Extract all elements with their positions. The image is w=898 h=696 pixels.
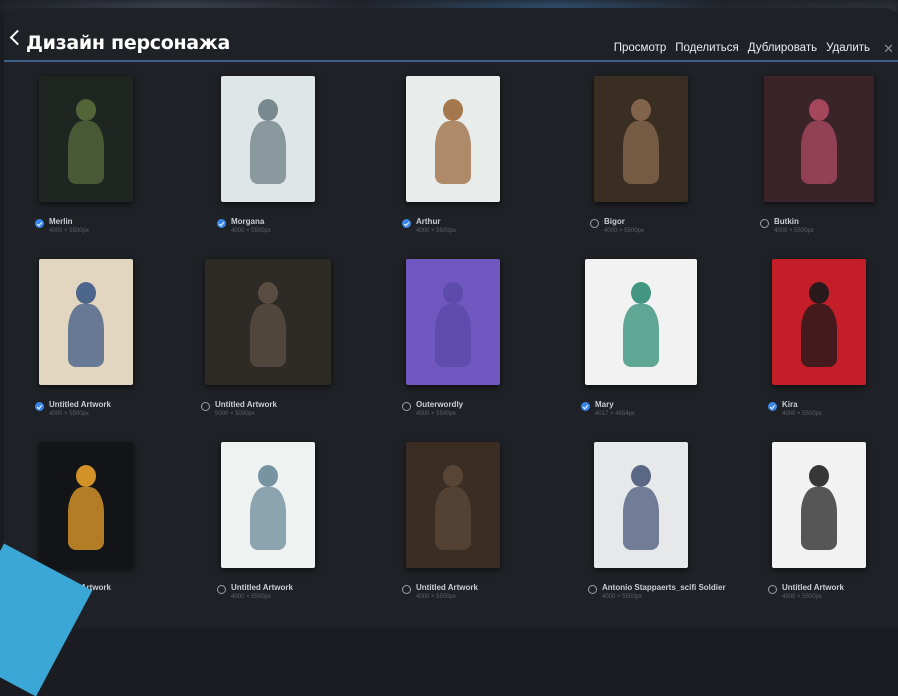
empty-circle-icon[interactable] <box>201 402 210 411</box>
artwork-name: Kira <box>782 400 798 409</box>
artwork-dimensions: 4000 × 5500px <box>231 228 271 234</box>
gallery-window: Дизайн персонажа Просмотр Поделиться Дуб… <box>4 8 898 628</box>
figure-body <box>435 121 471 185</box>
figure-head <box>809 98 829 121</box>
figure-head <box>443 281 463 304</box>
empty-circle-icon[interactable] <box>402 402 411 411</box>
preview-button[interactable]: Просмотр <box>614 42 667 54</box>
artwork-thumbnail[interactable] <box>406 442 500 568</box>
artwork-thumbnail[interactable] <box>764 76 874 202</box>
artwork-name: Bigor <box>604 217 625 226</box>
artwork-dimensions: 4000 × 5500px <box>774 228 814 234</box>
share-button[interactable]: Поделиться <box>675 42 739 54</box>
artwork-dimensions: 4017 × 4654px <box>595 411 635 417</box>
header-bar: Дизайн персонажа Просмотр Поделиться Дуб… <box>4 8 898 62</box>
figure-body <box>801 121 837 185</box>
delete-button[interactable]: Удалить <box>826 42 870 54</box>
duplicate-button[interactable]: Дублировать <box>748 42 817 54</box>
artwork-thumbnail[interactable] <box>205 259 331 385</box>
artwork-name: Untitled Artwork <box>416 583 478 592</box>
artwork-thumbnail[interactable] <box>221 442 315 568</box>
artwork-dimensions: 4000 × 5500px <box>416 228 456 234</box>
artwork-name: Arthur <box>416 217 441 226</box>
artwork-name: Mary <box>595 400 614 409</box>
artwork-thumbnail[interactable] <box>39 442 133 568</box>
figure-head <box>809 281 829 304</box>
empty-circle-icon[interactable] <box>590 219 599 228</box>
checkmark-circle-icon[interactable] <box>217 219 226 228</box>
figure-body <box>435 304 471 368</box>
figure-head <box>631 464 651 487</box>
figure-body <box>250 304 286 368</box>
artwork-dimensions: 4000 × 5500px <box>782 411 822 417</box>
figure-body <box>435 487 471 551</box>
figure-body <box>623 304 659 368</box>
figure-head <box>631 281 651 304</box>
artwork-thumbnail[interactable] <box>406 259 500 385</box>
artwork-thumbnail[interactable] <box>39 259 133 385</box>
page-title: Дизайн персонажа <box>26 32 230 54</box>
artwork-dimensions: 4000 × 5500px <box>49 228 89 234</box>
figure-head <box>443 98 463 121</box>
figure-body <box>250 487 286 551</box>
artwork-name: Antonio Stappaerts_scifi Soldier <box>602 583 726 592</box>
figure-body <box>623 487 659 551</box>
empty-circle-icon[interactable] <box>768 585 777 594</box>
figure-body <box>801 487 837 551</box>
figure-head <box>258 464 278 487</box>
artwork-dimensions: 4500 × 5500px <box>782 594 822 600</box>
figure-body <box>68 121 104 185</box>
artwork-dimensions: 4000 × 5500px <box>602 594 642 600</box>
figure-head <box>76 464 96 487</box>
artwork-dimensions: 4000 × 5500px <box>416 594 456 600</box>
empty-circle-icon[interactable] <box>217 585 226 594</box>
artwork-thumbnail[interactable] <box>594 76 688 202</box>
figure-head <box>76 281 96 304</box>
figure-head <box>76 98 96 121</box>
empty-circle-icon[interactable] <box>588 585 597 594</box>
chevron-left-icon[interactable] <box>9 29 26 46</box>
artwork-name: Untitled Artwork <box>231 583 293 592</box>
figure-body <box>68 304 104 368</box>
artwork-name: Outerwordly <box>416 400 464 409</box>
empty-circle-icon[interactable] <box>402 585 411 594</box>
checkmark-circle-icon[interactable] <box>35 219 44 228</box>
artwork-thumbnail[interactable] <box>585 259 697 385</box>
artwork-name: Untitled Artwork <box>782 583 844 592</box>
artwork-thumbnail[interactable] <box>39 76 133 202</box>
checkmark-circle-icon[interactable] <box>35 402 44 411</box>
checkmark-circle-icon[interactable] <box>402 219 411 228</box>
artwork-name: Morgana <box>231 217 265 226</box>
figure-body <box>68 487 104 551</box>
checkmark-circle-icon[interactable] <box>581 402 590 411</box>
artwork-dimensions: 4000 × 5500px <box>231 594 271 600</box>
close-icon[interactable]: ✕ <box>883 42 894 57</box>
figure-head <box>258 281 278 304</box>
artwork-name: Untitled Artwork <box>49 400 111 409</box>
figure-body <box>250 121 286 185</box>
artwork-thumbnail[interactable] <box>406 76 500 202</box>
artwork-name: Butkin <box>774 217 799 226</box>
artwork-dimensions: 5000 × 5000px <box>215 411 255 417</box>
figure-head <box>809 464 829 487</box>
artwork-name: Untitled Artwork <box>215 400 277 409</box>
figure-head <box>443 464 463 487</box>
figure-head <box>258 98 278 121</box>
figure-body <box>623 121 659 185</box>
artwork-thumbnail[interactable] <box>772 259 866 385</box>
artwork-thumbnail[interactable] <box>221 76 315 202</box>
checkmark-circle-icon[interactable] <box>768 402 777 411</box>
artwork-dimensions: 4000 × 5500px <box>604 228 644 234</box>
empty-circle-icon[interactable] <box>760 219 769 228</box>
artwork-name: Merlin <box>49 217 73 226</box>
action-bar: Просмотр Поделиться Дублировать Удалить <box>614 42 870 54</box>
figure-head <box>631 98 651 121</box>
artwork-thumbnail[interactable] <box>594 442 688 568</box>
artwork-dimensions: 4000 × 5500px <box>416 411 456 417</box>
artwork-dimensions: 4000 × 5500px <box>49 411 89 417</box>
figure-body <box>801 304 837 368</box>
artwork-thumbnail[interactable] <box>772 442 866 568</box>
